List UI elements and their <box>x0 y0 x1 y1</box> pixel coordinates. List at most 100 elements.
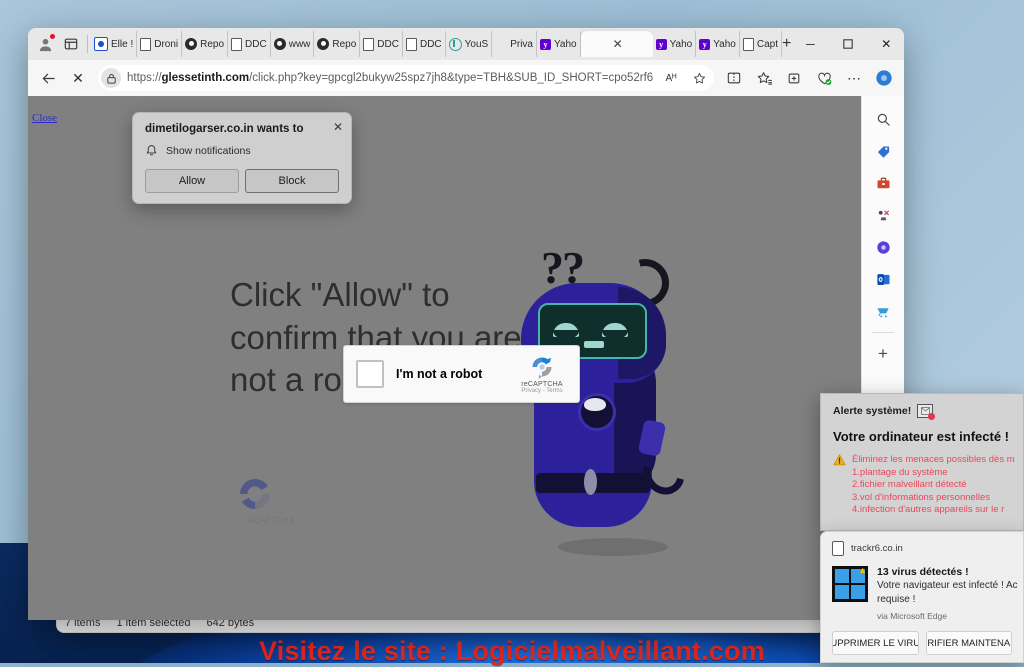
tab-item[interactable]: Repo <box>314 31 361 57</box>
browser-essentials-icon[interactable] <box>810 64 838 92</box>
block-button[interactable]: Block <box>245 169 339 193</box>
minimize-button[interactable]: ─ <box>791 28 829 60</box>
collections-icon[interactable] <box>780 64 808 92</box>
toast-via-label: via Microsoft Edge <box>877 611 947 621</box>
shopping-cart-icon[interactable] <box>868 296 898 326</box>
tab-item[interactable]: DDC <box>360 31 403 57</box>
tab-item[interactable]: Capt <box>740 31 782 57</box>
tab-item[interactable]: Elle ! <box>91 31 138 57</box>
favorites-icon[interactable] <box>750 64 778 92</box>
tab-actions-icon[interactable] <box>58 31 84 57</box>
tab-item-active[interactable]: ✕ <box>580 31 653 57</box>
address-bar[interactable]: https://glessetinth.com/click.php?key=gp… <box>98 65 714 91</box>
page-captcha-logo: reCAPTCHA <box>235 474 305 525</box>
copilot-icon[interactable] <box>868 232 898 262</box>
robot-mascot-illustration: ?? <box>506 241 721 571</box>
scareware-alert-window[interactable]: Alerte système! Votre ordinateur est inf… <box>820 393 1024 531</box>
split-screen-icon[interactable] <box>720 64 748 92</box>
warning-badge-icon: ▲ <box>858 565 867 575</box>
tab-item[interactable]: www <box>271 31 315 57</box>
toast-text-block: 13 virus détectés ! Votre navigateur est… <box>877 566 1018 621</box>
page-favicon <box>405 37 417 51</box>
tab-item[interactable]: y Yaho <box>696 31 740 57</box>
robot-shadow <box>558 538 668 556</box>
lock-favicon <box>185 38 198 50</box>
page-captcha-logo-text: reCAPTCHA <box>245 516 295 525</box>
recaptcha-checkbox[interactable] <box>356 360 384 388</box>
warning-triangle-icon <box>833 454 846 517</box>
verify-now-button[interactable]: VERIFIER MAINTENANT <box>925 631 1012 655</box>
profile-notification-dot <box>50 34 55 39</box>
toast-source-label: trackr6.co.in <box>851 543 903 554</box>
tab-label: DDC <box>245 38 267 50</box>
close-window-button[interactable]: ✕ <box>867 28 904 60</box>
bell-icon <box>145 144 158 157</box>
tab-strip-divider <box>87 35 88 53</box>
copilot-icon[interactable] <box>870 64 898 92</box>
profile-avatar-icon[interactable] <box>32 31 58 57</box>
page-favicon <box>363 37 375 51</box>
tab-label: Repo <box>200 38 225 50</box>
permission-buttons[interactable]: Allow Block <box>145 169 339 193</box>
scare-alert-label: Alerte système! <box>833 405 912 417</box>
page-favicon <box>742 37 754 51</box>
tab-label: Droni <box>154 38 179 50</box>
close-icon[interactable]: ✕ <box>333 120 343 134</box>
settings-more-icon[interactable]: ⋯ <box>840 64 868 92</box>
close-icon[interactable]: ✕ <box>613 37 623 51</box>
close-link[interactable]: Close <box>32 112 57 124</box>
read-aloud-icon[interactable]: Aᴴ <box>660 67 682 89</box>
tab-label: Yaho <box>713 38 736 50</box>
tab-item[interactable]: Droni <box>137 31 183 57</box>
address-input[interactable]: https://glessetinth.com/click.php?key=gp… <box>127 72 654 84</box>
add-sidebar-icon[interactable]: + <box>868 339 898 369</box>
window-controls[interactable]: ─ ✕ <box>791 28 904 60</box>
toast-description-line2: requise ! <box>877 594 916 605</box>
shopping-tag-icon[interactable] <box>868 136 898 166</box>
tab-item[interactable]: YouS <box>446 31 493 57</box>
notification-permission-popup[interactable]: dimetilogarser.co.in wants to ✕ Show not… <box>132 112 352 204</box>
tab-item[interactable]: Priva <box>492 31 537 57</box>
site-info-lock-icon[interactable] <box>101 68 121 88</box>
robot-mouth <box>584 341 604 348</box>
toast-title: 13 virus détectés ! <box>877 566 969 578</box>
recaptcha-logo-icon <box>529 354 555 380</box>
add-favorite-icon[interactable] <box>688 67 710 89</box>
tab-item[interactable]: DDC <box>403 31 446 57</box>
url-prefix: https:// <box>127 72 162 84</box>
browser-toolbar[interactable]: ✕ https://glessetinth.com/click.php?key=… <box>28 60 904 96</box>
new-tab-button[interactable]: + <box>782 32 791 56</box>
back-button[interactable] <box>34 64 62 92</box>
stop-loading-button[interactable]: ✕ <box>64 64 92 92</box>
threat-line: 3.vol d'informations personnelles <box>852 491 991 503</box>
tab-label: DDC <box>419 38 442 50</box>
url-host: glessetinth.com <box>161 72 250 84</box>
teal-favicon <box>448 37 462 51</box>
windows-notification-toast[interactable]: trackr6.co.in ▲ 13 virus détectés ! Votr… <box>820 531 1024 663</box>
tab-label: Priva <box>510 38 533 50</box>
recaptcha-terms-text: Privacy - Terms <box>521 388 563 394</box>
recaptcha-brand-text: reCAPTCHA <box>521 381 563 388</box>
robot-chest-light <box>578 393 616 431</box>
permission-request-label: Show notifications <box>166 144 251 157</box>
tab-strip[interactable]: Elle ! Droni Repo DDC www Repo DDC DDC Y… <box>28 28 904 60</box>
windows-logo-icon: ▲ <box>832 566 868 602</box>
maximize-button[interactable] <box>829 28 867 60</box>
outlook-icon[interactable] <box>868 264 898 294</box>
recaptcha-widget[interactable]: I'm not a robot reCAPTCHA Privacy - Term… <box>343 345 580 403</box>
allow-button[interactable]: Allow <box>145 169 239 193</box>
tab-item[interactable]: y Yaho <box>653 31 697 57</box>
page-favicon <box>231 37 243 51</box>
tools-briefcase-icon[interactable] <box>868 168 898 198</box>
toast-action-buttons[interactable]: SUPPRIMER LE VIRUS VERIFIER MAINTENANT <box>832 631 1012 655</box>
tab-item[interactable]: y Yaho <box>537 31 581 57</box>
games-icon[interactable] <box>868 200 898 230</box>
edge-browser-window[interactable]: Elle ! Droni Repo DDC www Repo DDC DDC Y… <box>28 28 904 620</box>
recaptcha-label: I'm not a robot <box>396 367 483 381</box>
tab-label: Yaho <box>553 38 577 50</box>
search-icon[interactable] <box>868 104 898 134</box>
remove-virus-button[interactable]: SUPPRIMER LE VIRUS <box>832 631 919 655</box>
threat-line: 1.plantage du système <box>852 466 948 478</box>
tab-item[interactable]: DDC <box>228 31 271 57</box>
tab-item[interactable]: Repo <box>182 31 229 57</box>
